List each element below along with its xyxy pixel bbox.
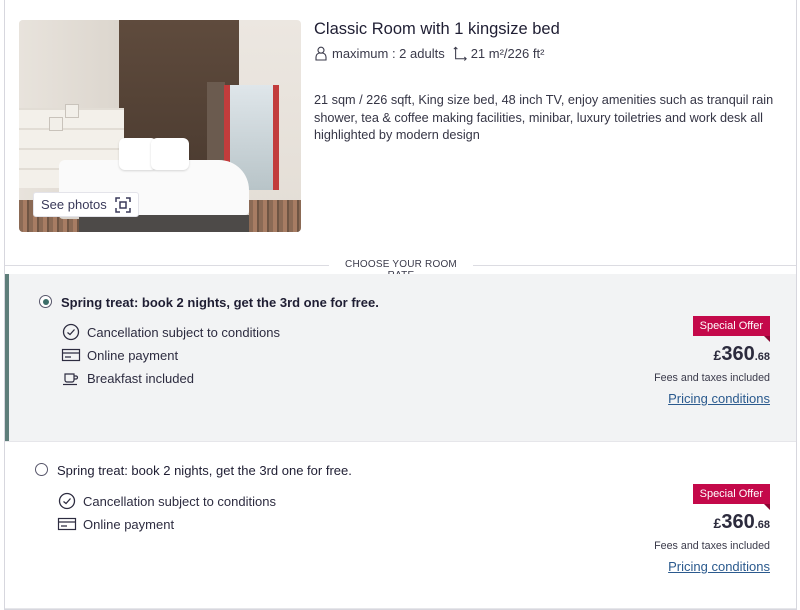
special-offer-badge: Special Offer (692, 316, 771, 342)
feature-label: Cancellation subject to conditions (87, 324, 280, 340)
expand-icon (115, 196, 131, 213)
rate-option[interactable]: Spring treat: book 2 nights, get the 3rd… (5, 274, 796, 441)
capacity-info: maximum : 2 adults (314, 46, 445, 61)
room-description: 21 sqm / 226 sqft, King size bed, 48 inc… (314, 93, 774, 142)
fees-note: Fees and taxes included (654, 372, 770, 384)
room-title: Classic Room with 1 kingsize bed (314, 20, 560, 38)
size-text: 21 m²/226 ft² (470, 46, 545, 61)
feature-cancellation: Cancellation subject to conditions (61, 323, 280, 341)
pricing-conditions-link[interactable]: Pricing conditions (668, 559, 770, 574)
feature-label: Breakfast included (87, 370, 194, 386)
size-info: 21 m²/226 ft² (453, 46, 545, 61)
area-icon (453, 46, 467, 61)
feature-breakfast: Breakfast included (61, 369, 194, 387)
price: £360.68 (714, 511, 770, 534)
see-photos-label: See photos (41, 197, 107, 212)
room-meta: maximum : 2 adults 21 m²/226 ft² (314, 46, 544, 61)
rate-option[interactable]: Spring treat: book 2 nights, get the 3rd… (5, 441, 796, 609)
clock-icon (62, 323, 80, 341)
coffee-cup-icon (63, 373, 79, 386)
special-offer-badge: Special Offer (692, 484, 771, 510)
capacity-text: maximum : 2 adults (332, 46, 445, 61)
price-main: 360 (721, 511, 755, 533)
see-photos-button[interactable]: See photos (33, 192, 139, 217)
credit-card-icon (57, 517, 77, 531)
feature-label: Online payment (87, 347, 179, 363)
price: £360.68 (714, 343, 770, 366)
feature-label: Cancellation subject to conditions (83, 493, 276, 509)
fees-note: Fees and taxes included (654, 540, 770, 552)
feature-cancellation: Cancellation subject to conditions (57, 492, 276, 510)
room-photo[interactable]: See photos (19, 20, 301, 232)
rate-radio[interactable] (35, 463, 48, 476)
room-card: See photos Classic Room with 1 kingsize … (4, 0, 797, 610)
clock-icon (58, 492, 76, 510)
price-cents: .68 (754, 351, 770, 363)
rate-name: Spring treat: book 2 nights, get the 3rd… (57, 463, 352, 478)
price-cents: .68 (754, 519, 770, 531)
pricing-conditions-link[interactable]: Pricing conditions (668, 391, 770, 406)
feature-label: Online payment (83, 516, 175, 532)
rate-name: Spring treat: book 2 nights, get the 3rd… (61, 295, 379, 310)
credit-card-icon (61, 348, 81, 362)
feature-payment: Online payment (57, 515, 174, 533)
person-icon (315, 46, 327, 61)
price-main: 360 (721, 343, 755, 365)
feature-payment: Online payment (61, 346, 178, 364)
rate-radio[interactable] (39, 295, 52, 308)
